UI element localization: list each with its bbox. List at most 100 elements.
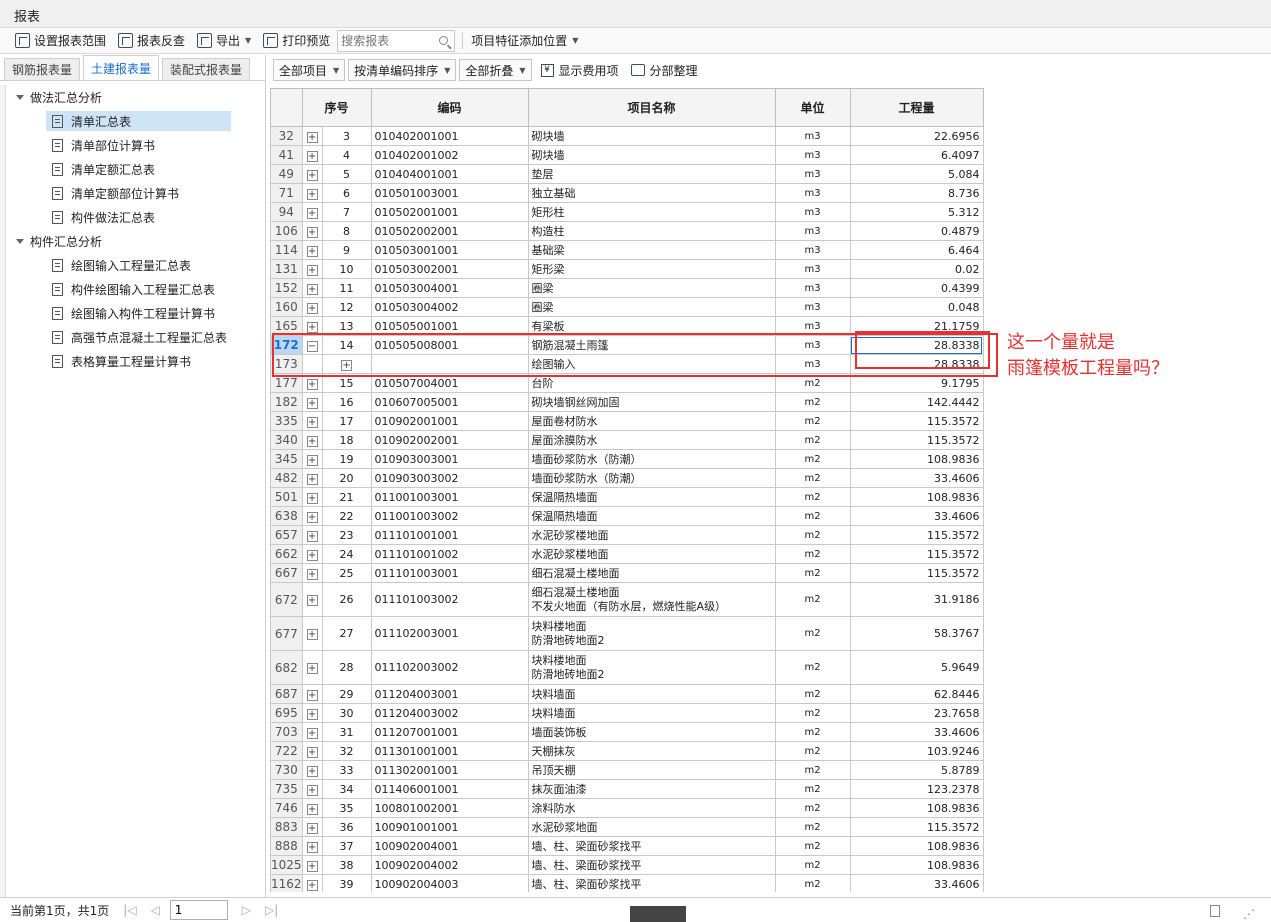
table-row[interactable]: 482 +20 010903003002 墙面砂浆防水（防潮） m2 33.4606 <box>270 468 984 488</box>
expand-cell[interactable]: + <box>301 259 323 279</box>
table-row[interactable]: 677 +27 011102003001 块料楼地面 防滑地砖地面2 m2 58.3767 <box>270 616 984 651</box>
export-button[interactable]: 导出 ▼ <box>192 30 256 52</box>
expand-icon[interactable]: + <box>306 416 318 428</box>
table-row[interactable]: 695 +30 011204003002 块料墙面 m2 23.7658 <box>270 703 984 723</box>
expand-cell[interactable]: + <box>301 449 323 469</box>
name-cell[interactable]: 屋面卷材防水 <box>527 411 776 431</box>
expand-icon[interactable]: + <box>306 188 318 200</box>
name-cell[interactable]: 墙、柱、梁面砂浆找平 <box>527 836 776 856</box>
expand-icon[interactable]: + <box>306 530 318 542</box>
name-cell[interactable]: 水泥砂浆楼地面 <box>527 544 776 564</box>
expand-cell[interactable]: + <box>301 616 323 651</box>
unit-cell[interactable]: m2 <box>774 741 851 761</box>
quantity-cell[interactable]: 0.02 <box>849 259 984 279</box>
expand-cell[interactable]: + <box>301 817 323 837</box>
unit-cell[interactable]: m2 <box>774 430 851 450</box>
expand-cell[interactable]: + <box>301 650 323 685</box>
code-cell[interactable]: 010903003002 <box>370 468 529 488</box>
code-cell[interactable]: 010902001001 <box>370 411 529 431</box>
prev-page-icon[interactable]: ◁ <box>151 903 160 917</box>
expand-icon[interactable]: + <box>306 803 318 815</box>
quantity-cell[interactable]: 9.1795 <box>849 373 984 393</box>
first-page-icon[interactable]: |◁ <box>123 903 136 917</box>
row-number[interactable]: 695 <box>270 703 303 723</box>
expand-icon[interactable]: + <box>306 435 318 447</box>
expand-icon[interactable]: + <box>306 879 318 891</box>
expand-icon[interactable]: + <box>306 841 318 853</box>
quantity-cell[interactable]: 5.8789 <box>849 760 984 780</box>
search-icon[interactable] <box>439 36 449 45</box>
unit-cell[interactable]: m2 <box>774 582 851 617</box>
expand-cell[interactable]: + <box>301 392 323 412</box>
unit-cell[interactable]: m2 <box>774 506 851 526</box>
code-cell[interactable]: 010903003001 <box>370 449 529 469</box>
unit-cell[interactable]: m3 <box>774 164 851 184</box>
expand-icon[interactable]: + <box>306 454 318 466</box>
unit-cell[interactable]: m3 <box>774 278 851 298</box>
unit-cell[interactable]: m2 <box>774 487 851 507</box>
expand-cell[interactable]: + <box>301 164 323 184</box>
code-cell[interactable]: 010503004002 <box>370 297 529 317</box>
sub-expand-cell[interactable]: + <box>321 354 372 374</box>
code-cell[interactable]: 010507004001 <box>370 373 529 393</box>
tree-item[interactable]: 表格算量工程量计算书 <box>8 349 258 373</box>
code-cell[interactable]: 011102003002 <box>370 650 529 685</box>
resize-grip-icon[interactable]: ⋰ <box>1243 907 1255 921</box>
table-row[interactable]: 1162 +39 100902004003 墙、柱、梁面砂浆找平 m2 33.4606 <box>270 874 984 892</box>
expand-icon[interactable]: + <box>306 860 318 872</box>
show-fee-button[interactable]: ¥ 显示费用项 <box>540 62 619 79</box>
table-row[interactable]: 735 +34 011406001001 抹灰面油漆 m2 123.2378 <box>270 779 984 799</box>
code-cell[interactable]: 010503004001 <box>370 278 529 298</box>
code-cell[interactable]: 010503002001 <box>370 259 529 279</box>
row-number[interactable]: 345 <box>270 449 303 469</box>
unit-cell[interactable]: m2 <box>774 449 851 469</box>
row-number[interactable]: 340 <box>270 430 303 450</box>
expand-cell[interactable]: + <box>301 411 323 431</box>
code-cell[interactable]: 011301001001 <box>370 741 529 761</box>
row-number[interactable]: 677 <box>270 616 303 651</box>
name-cell[interactable]: 绘图输入 <box>527 354 776 374</box>
expand-icon[interactable]: + <box>306 131 318 143</box>
quantity-cell[interactable]: 0.4879 <box>849 221 984 241</box>
unit-cell[interactable]: m3 <box>774 202 851 222</box>
quantity-cell[interactable]: 108.9836 <box>849 449 984 469</box>
quantity-cell[interactable]: 115.3572 <box>849 430 984 450</box>
tree-item[interactable]: 高强节点混凝土工程量汇总表 <box>8 325 258 349</box>
expand-cell[interactable]: + <box>301 278 323 298</box>
name-cell[interactable]: 基础梁 <box>527 240 776 260</box>
quantity-cell[interactable]: 58.3767 <box>849 616 984 651</box>
table-row[interactable]: 340 +18 010902002001 屋面涂膜防水 m2 115.3572 <box>270 430 984 450</box>
quantity-cell[interactable]: 108.9836 <box>849 487 984 507</box>
code-cell[interactable]: 010902002001 <box>370 430 529 450</box>
expand-cell[interactable]: + <box>301 798 323 818</box>
row-number[interactable]: 335 <box>270 411 303 431</box>
expand-arrow-icon[interactable] <box>16 238 24 244</box>
report-search-input[interactable] <box>341 33 438 48</box>
name-cell[interactable]: 块料墙面 <box>527 703 776 723</box>
expand-icon[interactable]: + <box>306 689 318 701</box>
code-cell[interactable]: 100901001001 <box>370 817 529 837</box>
unit-cell[interactable]: m3 <box>774 259 851 279</box>
tree-item[interactable]: 构件绘图输入工程量汇总表 <box>8 277 258 301</box>
unit-cell[interactable]: m2 <box>774 817 851 837</box>
unit-cell[interactable]: m2 <box>774 411 851 431</box>
expand-cell[interactable]: + <box>301 202 323 222</box>
section-arrange-button[interactable]: 分部整理 <box>630 62 698 79</box>
name-cell[interactable]: 台阶 <box>527 373 776 393</box>
row-number[interactable]: 152 <box>270 278 303 298</box>
row-number[interactable]: 730 <box>270 760 303 780</box>
quantity-cell[interactable]: 31.9186 <box>849 582 984 617</box>
name-cell[interactable]: 细石混凝土楼地面 不发火地面（有防水层，燃烧性能A级） <box>527 582 776 617</box>
code-cell[interactable]: 011101001001 <box>370 525 529 545</box>
feature-position-dropdown[interactable]: 项目特征添加位置 ▼ <box>466 30 583 52</box>
table-row[interactable]: 722 +32 011301001001 天棚抹灰 m2 103.9246 <box>270 741 984 761</box>
name-cell[interactable]: 水泥砂浆地面 <box>527 817 776 837</box>
name-cell[interactable]: 矩形柱 <box>527 202 776 222</box>
tree-group[interactable]: 构件汇总分析 <box>8 229 258 253</box>
code-cell[interactable]: 010502002001 <box>370 221 529 241</box>
quantity-cell[interactable]: 115.3572 <box>849 544 984 564</box>
table-row[interactable]: 114 +9 010503001001 基础梁 m3 6.464 <box>270 240 984 260</box>
quantity-cell[interactable]: 0.4399 <box>849 278 984 298</box>
row-number[interactable]: 657 <box>270 525 303 545</box>
quantity-cell[interactable]: 33.4606 <box>849 468 984 488</box>
